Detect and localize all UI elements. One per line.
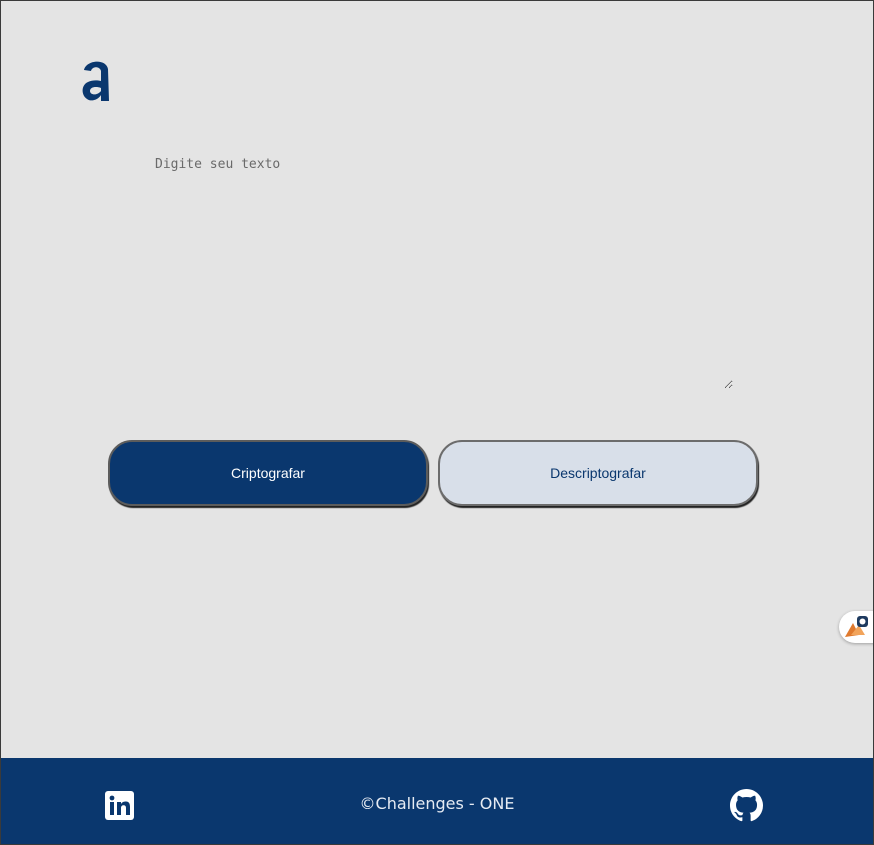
encrypt-button[interactable]: Criptografar — [108, 440, 428, 506]
extension-icon — [845, 616, 868, 637]
footer: ©Challenges - ONE — [1, 758, 873, 844]
message-textarea[interactable] — [153, 153, 733, 389]
alura-logo-icon — [82, 61, 109, 101]
github-icon[interactable] — [730, 789, 763, 822]
browser-extension-badge[interactable] — [839, 611, 873, 643]
app-window: Criptografar Descriptografar ©Challenges… — [0, 0, 874, 845]
decrypt-button[interactable]: Descriptografar — [438, 440, 758, 506]
